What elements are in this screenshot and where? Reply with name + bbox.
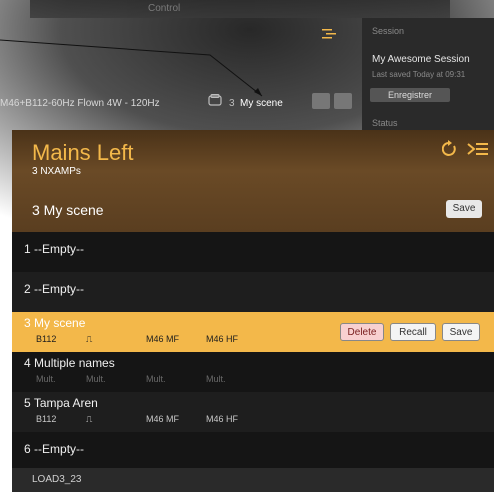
- scene-menu-icon[interactable]: [466, 140, 490, 158]
- delete-scene-button[interactable]: Delete: [340, 323, 384, 341]
- scene-number: 6: [24, 442, 31, 456]
- scene-list: 1 --Empty-- 2 --Empty-- 3 My scene B112 …: [12, 232, 494, 472]
- amp-slot: Mult.: [206, 374, 226, 384]
- scene-panel: Mains Left 3 NXAMPs 3 My scene Save 1 --…: [12, 130, 494, 492]
- scene-row[interactable]: 5 Tampa Aren B112 ⎍ M46 MF M46 HF: [12, 392, 494, 432]
- scene-name: Tampa Aren: [33, 396, 98, 410]
- scene-row[interactable]: 4 Multiple names Mult. Mult. Mult. Mult.: [12, 352, 494, 392]
- amp-slot: Mult.: [86, 374, 106, 384]
- amp-slot: M46 MF: [146, 334, 180, 344]
- scene-name: Multiple names: [34, 356, 115, 370]
- scene-row[interactable]: 2 --Empty--: [12, 272, 494, 312]
- scene-row-name: 4 Multiple names: [24, 356, 115, 370]
- panel-title: Mains Left: [32, 140, 134, 165]
- panel-save-button[interactable]: Save: [446, 200, 482, 218]
- scene-row-selected[interactable]: 3 My scene B112 ⎍ M46 MF M46 HF Delete R…: [12, 312, 494, 352]
- scene-name: My scene: [34, 316, 86, 330]
- scene-row-name: 1 --Empty--: [24, 242, 84, 256]
- scene-number: 4: [24, 356, 31, 370]
- amp-slot: B112: [36, 334, 57, 344]
- recall-scene-button[interactable]: Recall: [390, 323, 436, 341]
- scene-name: --Empty--: [34, 242, 85, 256]
- amp-slot: Mult.: [36, 374, 56, 384]
- scene-row[interactable]: 1 --Empty--: [12, 232, 494, 272]
- panel-subtitle: 3 NXAMPs: [32, 166, 81, 177]
- footer-label: LOAD3_23: [32, 474, 82, 485]
- save-scene-button[interactable]: Save: [442, 323, 480, 341]
- amp-slot: B112: [36, 414, 57, 424]
- amp-slot: M46 HF: [206, 334, 239, 344]
- scene-number: 2: [24, 282, 31, 296]
- amp-slot: M46 HF: [206, 414, 239, 424]
- scene-number: 3: [24, 316, 31, 330]
- amp-slot: M46 MF: [146, 414, 180, 424]
- panel-footer: LOAD3_23: [12, 468, 494, 492]
- scene-number: 5: [24, 396, 31, 410]
- refresh-icon[interactable]: [442, 140, 458, 158]
- scene-number: 1: [24, 242, 31, 256]
- scene-name: --Empty--: [34, 442, 85, 456]
- scene-row-name: 3 My scene: [24, 316, 85, 330]
- scene-row[interactable]: 6 --Empty--: [12, 432, 494, 472]
- scene-row-name: 6 --Empty--: [24, 442, 84, 456]
- amp-slot-bridge-icon: ⎍: [86, 414, 93, 424]
- amp-slot: Mult.: [146, 374, 166, 384]
- scene-row-name: 2 --Empty--: [24, 282, 84, 296]
- current-scene-label: 3 My scene: [32, 202, 104, 218]
- panel-header: Mains Left 3 NXAMPs 3 My scene Save: [12, 130, 494, 232]
- scene-row-name: 5 Tampa Aren: [24, 396, 98, 410]
- amp-slot-bridge-icon: ⎍: [86, 334, 93, 344]
- scene-name: --Empty--: [34, 282, 85, 296]
